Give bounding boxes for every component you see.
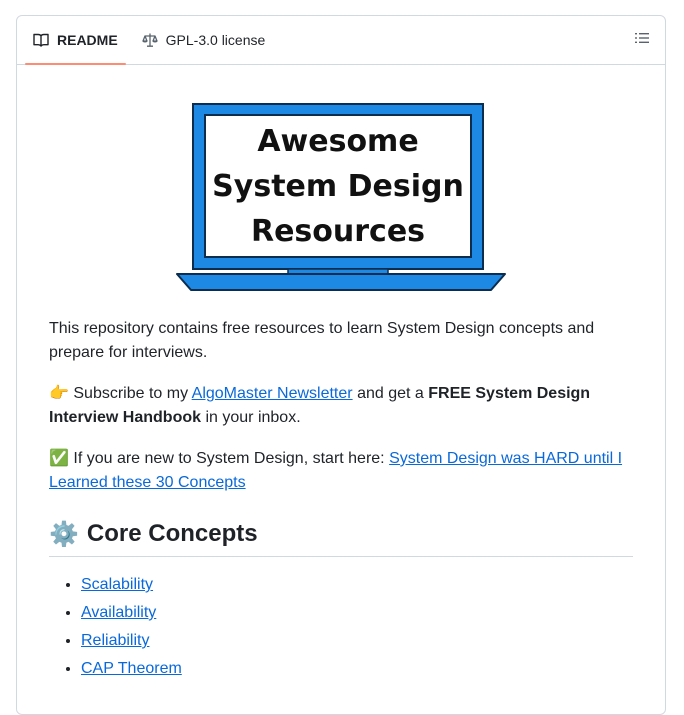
newcomer-paragraph: ✅ If you are new to System Design, start…	[49, 446, 633, 495]
readme-body: Awesome System Design Resources This rep…	[17, 103, 665, 681]
concept-link-availability[interactable]: Availability	[81, 604, 156, 621]
hero-line-3: Resources	[251, 214, 425, 249]
laptop-illustration: Awesome System Design Resources	[176, 103, 506, 291]
subscribe-prefix: Subscribe to my	[73, 385, 189, 402]
list-item: CAP Theorem	[81, 657, 633, 681]
pointing-hand-icon: 👉	[49, 383, 69, 402]
subscribe-suffix: in your inbox.	[205, 409, 301, 426]
outline-button[interactable]	[631, 30, 653, 50]
core-concepts-heading: ⚙️ Core Concepts	[49, 519, 633, 557]
concepts-list: Scalability Availability Reliability CAP…	[49, 573, 633, 681]
hero-image: Awesome System Design Resources	[49, 103, 633, 291]
hero-line-2: System Design	[212, 169, 464, 204]
list-item: Scalability	[81, 573, 633, 597]
hero-line-1: Awesome	[257, 124, 418, 159]
newcomer-prefix: If you are new to System Design, start h…	[73, 450, 385, 467]
tab-readme-label: README	[57, 32, 118, 48]
newsletter-link[interactable]: AlgoMaster Newsletter	[192, 385, 353, 402]
tab-license[interactable]: GPL-3.0 license	[134, 16, 274, 64]
readme-panel: README GPL-3.0 license Awesome System De…	[16, 15, 666, 715]
list-item: Reliability	[81, 629, 633, 653]
subscribe-paragraph: 👉 Subscribe to my AlgoMaster Newsletter …	[49, 381, 633, 430]
concept-link-reliability[interactable]: Reliability	[81, 632, 149, 649]
tab-bar: README GPL-3.0 license	[17, 16, 665, 65]
list-item: Availability	[81, 601, 633, 625]
law-icon	[142, 32, 158, 48]
gear-icon: ⚙️	[49, 520, 79, 548]
core-concepts-title: Core Concepts	[86, 520, 258, 547]
concept-link-cap-theorem[interactable]: CAP Theorem	[81, 660, 182, 677]
tab-license-label: GPL-3.0 license	[165, 32, 266, 48]
subscribe-middle: and get a	[357, 385, 424, 402]
list-unordered-icon	[634, 30, 650, 51]
tab-readme[interactable]: README	[25, 16, 126, 65]
concept-link-scalability[interactable]: Scalability	[81, 576, 153, 593]
book-icon	[33, 32, 49, 48]
check-mark-icon: ✅	[49, 448, 69, 467]
intro-paragraph: This repository contains free resources …	[49, 320, 595, 361]
